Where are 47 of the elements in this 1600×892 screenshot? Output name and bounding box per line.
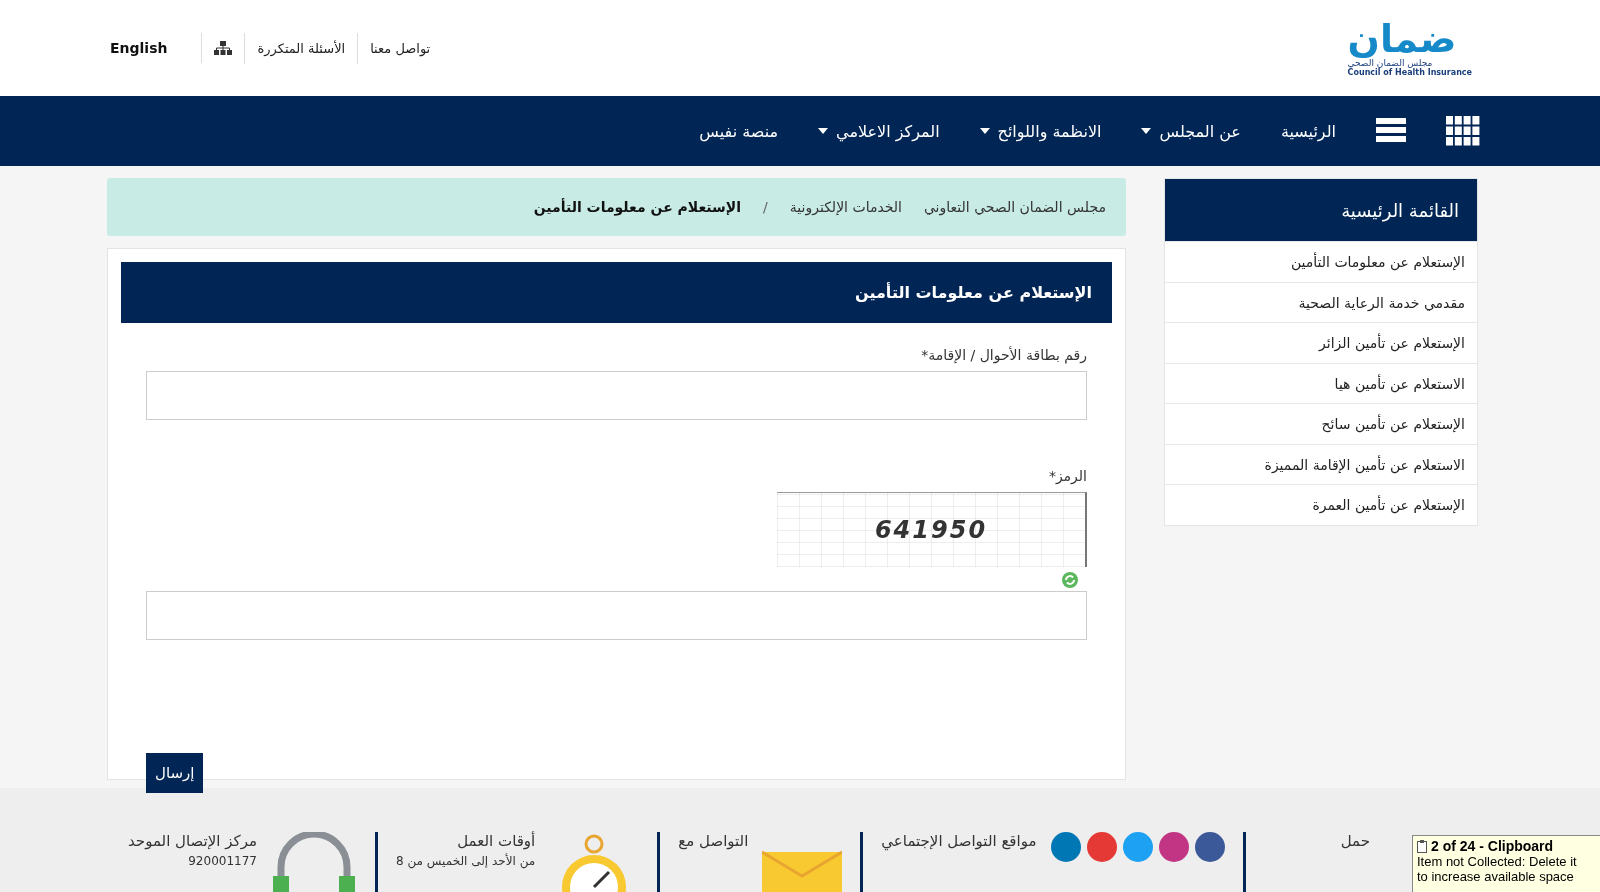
grid-menu-icon[interactable] <box>1446 116 1480 146</box>
breadcrumb-separator: / <box>763 199 768 215</box>
social-media-icon[interactable] <box>1158 832 1189 862</box>
nav-item[interactable]: منصة نفيس <box>699 121 779 141</box>
clipboard-title: 2 of 24 - Clipboard <box>1431 838 1554 854</box>
input-field[interactable] <box>146 591 1087 640</box>
sidebar-item[interactable]: الإستعلام عن تأمين الزائر <box>1165 322 1477 363</box>
social-media-icon[interactable] <box>1122 832 1153 862</box>
submit-button[interactable]: إرسال <box>146 753 204 793</box>
footer-text: من الأحد إلى الخميس من 8 <box>395 854 536 868</box>
sidebar-item[interactable]: الاستعلام عن تأمين الإقامة المميزة <box>1165 443 1477 484</box>
sidebar-item[interactable]: الإستعلام عن تأمين العمرة <box>1165 484 1477 525</box>
clipboard-text: to increase available space <box>1417 869 1575 884</box>
sidebar-item[interactable]: الإستعلام عن تأمين سائح <box>1165 403 1477 444</box>
breadcrumb-link[interactable]: الخدمات الإلكترونية <box>789 199 902 215</box>
footer-title: مركز الإتصال الموحد <box>128 832 257 850</box>
footer-title: أوقات العمل <box>456 832 536 850</box>
breadcrumb-current: الإستعلام عن معلومات التأمين <box>533 199 742 215</box>
headphones-icon <box>270 832 357 892</box>
field-label: الرمز* <box>1047 468 1087 484</box>
nav-item[interactable]: الانظمة واللوائح <box>979 121 1102 141</box>
field-label: رقم بطاقة الأحوال / الإقامة* <box>920 347 1087 363</box>
nav-item[interactable]: المركز الاعلامي <box>818 121 940 141</box>
captcha-code: 641950 <box>874 516 988 544</box>
sidebar-item[interactable]: مقدمي خدمة الرعاية الصحية <box>1165 281 1477 322</box>
nav-item[interactable]: عن المجلس <box>1141 121 1241 141</box>
footer-title: مواقع التواصل الإجتماعي <box>881 832 1037 850</box>
footer-text: 920001177 <box>187 854 257 868</box>
social-media-icon[interactable] <box>1194 832 1225 862</box>
sidebar-item[interactable]: الاستعلام عن تأمين هيا <box>1165 362 1477 403</box>
form-title: الإستعلام عن معلومات التأمين <box>121 262 1112 323</box>
top-link[interactable]: تواصل معنا <box>357 32 443 64</box>
input-field[interactable] <box>146 371 1087 420</box>
sidebar-item[interactable]: الإستعلام عن معلومات التأمين <box>1165 241 1477 282</box>
language-link[interactable]: English <box>110 40 168 56</box>
footer-title: حمل <box>1340 832 1370 850</box>
footer-title: التواصل مع <box>678 832 749 850</box>
refresh-icon[interactable] <box>1061 571 1079 589</box>
breadcrumb-link[interactable]: مجلس الضمان الصحي التعاوني <box>923 199 1106 215</box>
clipboard-icon <box>1417 839 1427 853</box>
clipboard-text: Item not Collected: Delete it <box>1417 854 1578 869</box>
social-media-icon[interactable] <box>1050 832 1081 862</box>
social-media-icon[interactable] <box>1086 832 1117 862</box>
sitemap-icon[interactable] <box>214 41 233 55</box>
top-link[interactable]: الأسئلة المتكررة <box>244 32 358 64</box>
nav-item[interactable]: الرئيسية <box>1280 121 1336 141</box>
sidebar-title: القائمة الرئيسية <box>1165 179 1477 241</box>
